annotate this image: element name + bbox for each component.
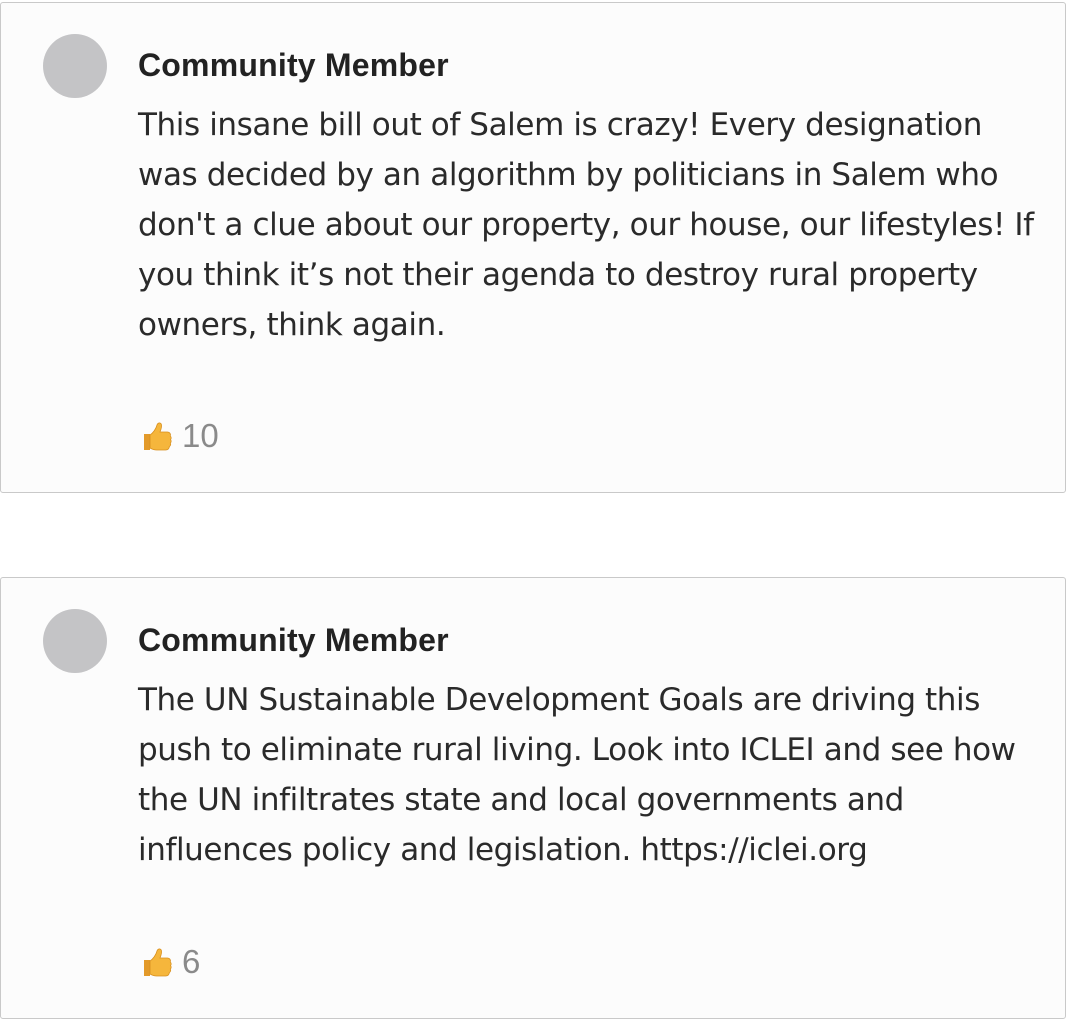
thumbs-up-icon[interactable]	[138, 418, 174, 454]
avatar[interactable]	[43, 34, 107, 98]
thumbs-up-icon[interactable]	[138, 944, 174, 980]
reaction-bar[interactable]: 10	[138, 416, 219, 456]
comment-text: This insane bill out of Salem is crazy! …	[138, 107, 1034, 343]
comment-card: Community Member The UN Sustainable Deve…	[0, 577, 1066, 1019]
reaction-count: 10	[182, 417, 219, 454]
avatar[interactable]	[43, 609, 107, 673]
comment-author[interactable]: Community Member	[138, 622, 449, 659]
reaction-count: 6	[182, 943, 201, 980]
comment-author[interactable]: Community Member	[138, 47, 449, 84]
reaction-bar[interactable]: 6	[138, 942, 200, 982]
comment-card: Community Member This insane bill out of…	[0, 2, 1066, 493]
comment-text: The UN Sustainable Development Goals are…	[138, 682, 1016, 868]
